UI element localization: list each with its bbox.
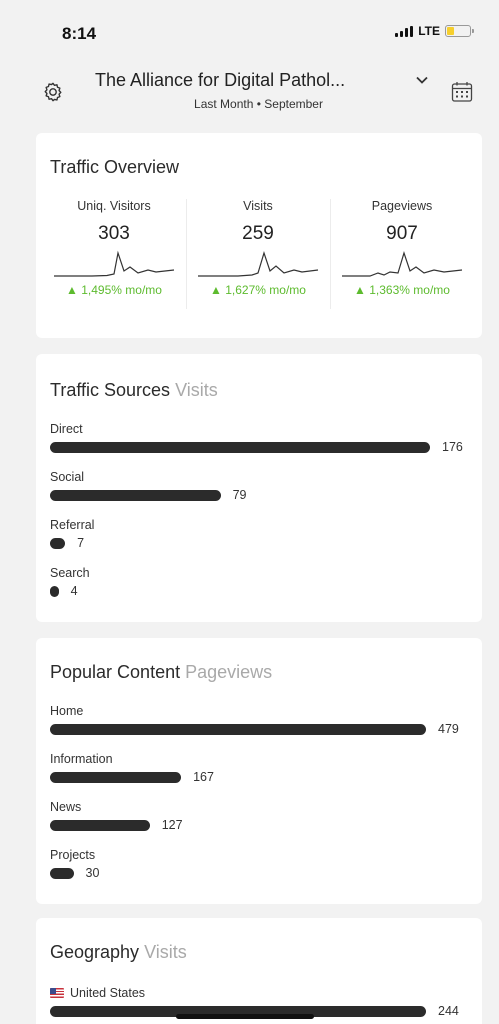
bar-item-projects[interactable]: Projects 30 (50, 847, 470, 895)
bar-value: 127 (161, 818, 183, 832)
bar-item-social[interactable]: Social 79 (50, 469, 470, 517)
bar-label: Direct (50, 422, 83, 436)
metric-unique-visitors[interactable]: Uniq. Visitors 303 ▲ 1,495% mo/mo (42, 199, 186, 319)
bar-label: Home (50, 704, 84, 718)
bar-label: News (50, 800, 82, 814)
bar-label: United States (50, 985, 470, 1001)
metric-value: 907 (386, 223, 418, 244)
calendar-icon[interactable] (451, 81, 473, 103)
geography-card[interactable]: Geography Visits United States 244 (36, 918, 482, 1024)
bar-value: 30 (85, 866, 100, 880)
us-flag-icon (50, 988, 64, 998)
bar-label: Information (50, 752, 113, 766)
status-indicators: LTE (395, 24, 474, 38)
bar-item-referral[interactable]: Referral 7 (50, 517, 470, 565)
status-time: 8:14 (62, 24, 97, 43)
bar-item-information[interactable]: Information 167 (50, 751, 470, 799)
metric-change: ▲ 1,495% mo/mo (66, 283, 162, 297)
bar-value: 479 (438, 722, 459, 736)
sparkline-unique-visitors (54, 250, 175, 277)
date-range-label[interactable]: Last Month • September (0, 97, 499, 111)
metrics-row: Uniq. Visitors 303 ▲ 1,495% mo/mo Visits… (42, 199, 474, 319)
bar-label: Referral (50, 518, 95, 532)
section-title: Popular Content (50, 662, 181, 682)
bar-fill (50, 489, 221, 501)
metric-visits[interactable]: Visits 259 ▲ 1,627% mo/mo (186, 199, 330, 319)
status-bar: 8:14 LTE (0, 0, 499, 52)
section-metric: Visits (175, 380, 218, 400)
metric-label: Uniq. Visitors (77, 199, 151, 213)
bar-value: 79 (232, 488, 247, 502)
sparkline-pageviews (342, 251, 463, 277)
popular-content-card[interactable]: Popular Content Pageviews Home 479 Infor… (36, 638, 482, 904)
bar-item-search[interactable]: Search 4 (50, 565, 470, 613)
metric-value: 303 (98, 223, 130, 244)
chevron-down-icon[interactable] (416, 76, 428, 84)
bar-item-news[interactable]: News 127 (50, 799, 470, 847)
geography-title: Geography Visits (50, 942, 187, 963)
network-label: LTE (418, 24, 440, 38)
bar-label: Social (50, 470, 85, 484)
metric-pageviews[interactable]: Pageviews 907 ▲ 1,363% mo/mo (330, 199, 474, 319)
bar-value: 167 (193, 770, 214, 784)
metric-value: 259 (242, 223, 274, 244)
metric-label: Visits (243, 199, 273, 213)
bar-value: 244 (438, 1004, 459, 1018)
popular-content-bars: Home 479 Information 167 News 127 Projec… (50, 703, 470, 895)
section-metric: Visits (144, 942, 187, 962)
bar-fill (50, 819, 150, 831)
section-title: Geography (50, 942, 140, 962)
signal-icon (395, 25, 414, 37)
traffic-overview-title: Traffic Overview (50, 157, 180, 177)
bar-item-direct[interactable]: Direct 176 (50, 421, 470, 469)
bar-fill (50, 771, 182, 783)
metric-label: Pageviews (371, 199, 433, 213)
section-title: Traffic Sources (50, 380, 171, 400)
traffic-sources-bars: Direct 176 Social 79 Referral 7 Search 4 (50, 421, 470, 613)
country-name: United States (70, 986, 146, 1000)
site-selector[interactable]: The Alliance for Digital Pathol... (95, 70, 345, 91)
traffic-sources-title: Traffic Sources Visits (50, 380, 218, 401)
popular-content-title: Popular Content Pageviews (50, 662, 272, 683)
metric-change: ▲ 1,363% mo/mo (354, 283, 450, 297)
metric-change: ▲ 1,627% mo/mo (210, 283, 306, 297)
sparkline-visits (198, 251, 319, 277)
bar-value: 4 (70, 584, 78, 598)
bar-fill (50, 867, 74, 879)
battery-icon (445, 25, 474, 37)
home-indicator (176, 1014, 314, 1019)
section-metric: Pageviews (185, 662, 273, 682)
bar-fill (50, 585, 59, 597)
bar-label: Search (50, 566, 90, 580)
bar-value: 176 (442, 440, 463, 454)
traffic-overview-card[interactable]: Traffic Overview Uniq. Visitors 303 ▲ 1,… (36, 133, 482, 338)
bar-fill (50, 723, 426, 735)
bar-fill (50, 441, 430, 453)
bar-label: Projects (50, 848, 96, 862)
bar-fill (50, 537, 66, 549)
bar-item-home[interactable]: Home 479 (50, 703, 470, 751)
bar-value: 7 (77, 536, 85, 550)
traffic-sources-card[interactable]: Traffic Sources Visits Direct 176 Social… (36, 354, 482, 622)
header: The Alliance for Digital Pathol... Last … (0, 62, 499, 120)
